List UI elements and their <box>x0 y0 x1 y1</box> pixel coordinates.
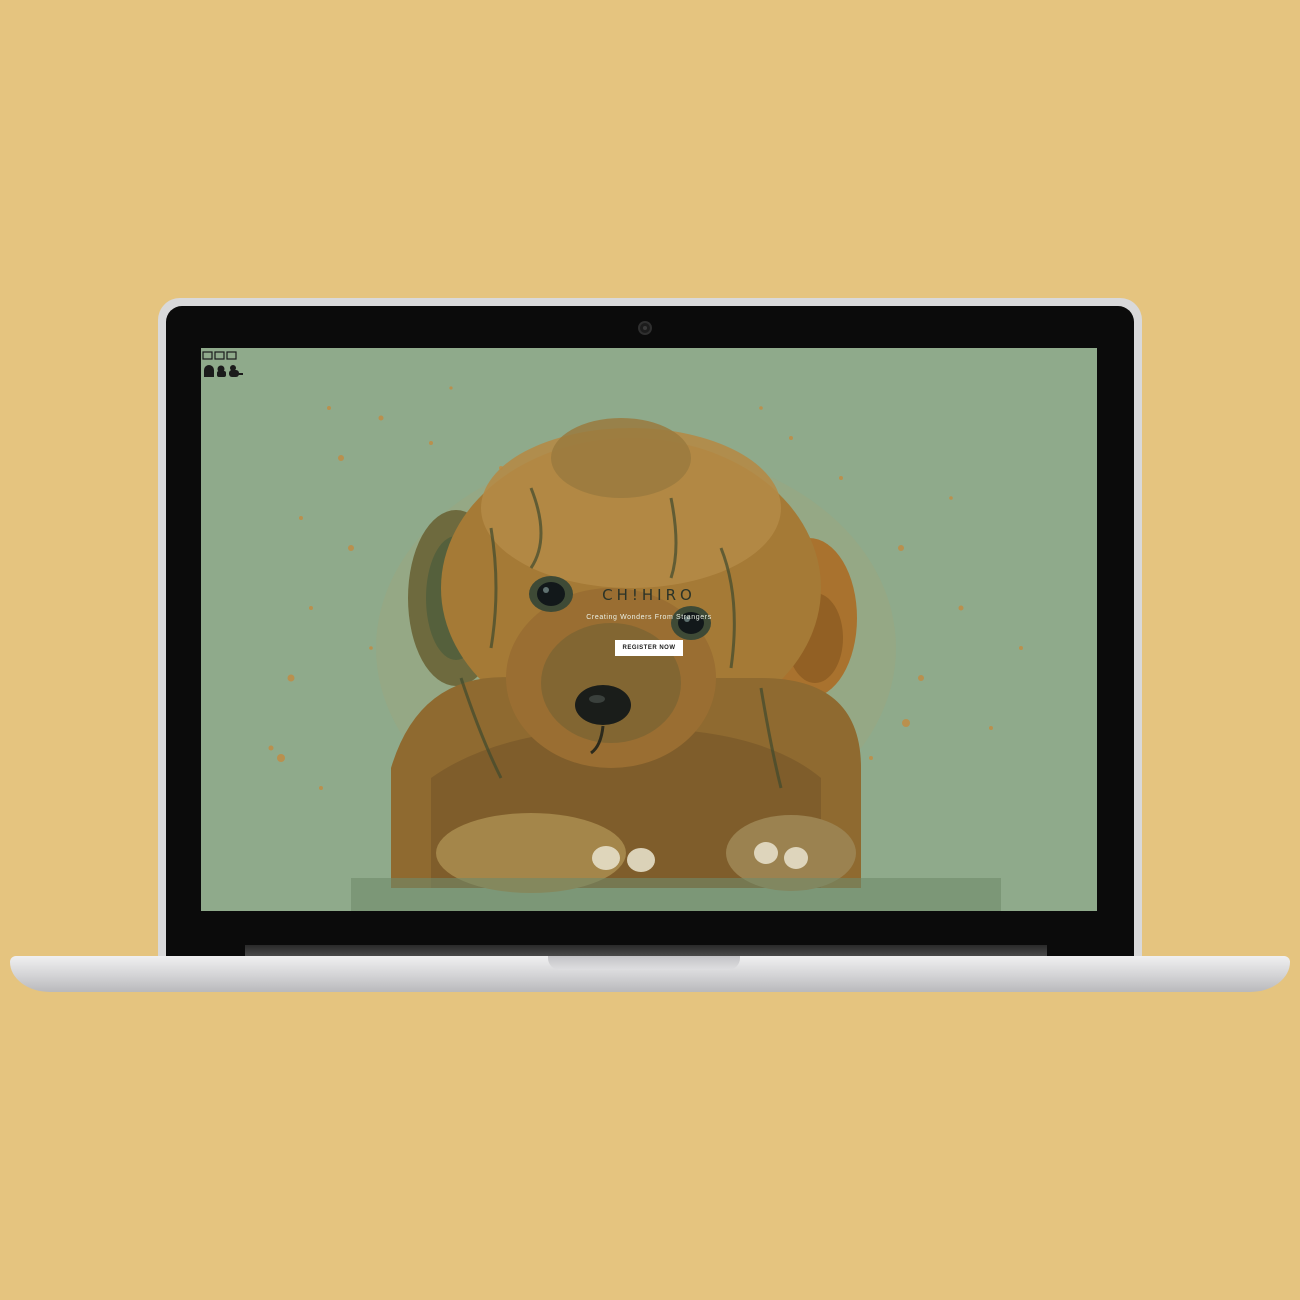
cartoon-characters-logo-icon[interactable] <box>202 350 244 380</box>
logo-icon <box>202 351 243 377</box>
register-now-button[interactable]: REGISTER NOW <box>615 640 683 656</box>
webcam-icon <box>638 321 652 335</box>
laptop-hinge <box>245 945 1047 956</box>
puppy-watercolor-illustration <box>268 386 1023 911</box>
site-tagline: Creating Wonders From Strangers <box>586 614 712 621</box>
website-screen: CH!HIRO Creating Wonders From Strangers … <box>201 348 1097 911</box>
laptop-opening-notch <box>548 956 740 970</box>
site-brand-title: CH!HIRO <box>602 586 696 604</box>
